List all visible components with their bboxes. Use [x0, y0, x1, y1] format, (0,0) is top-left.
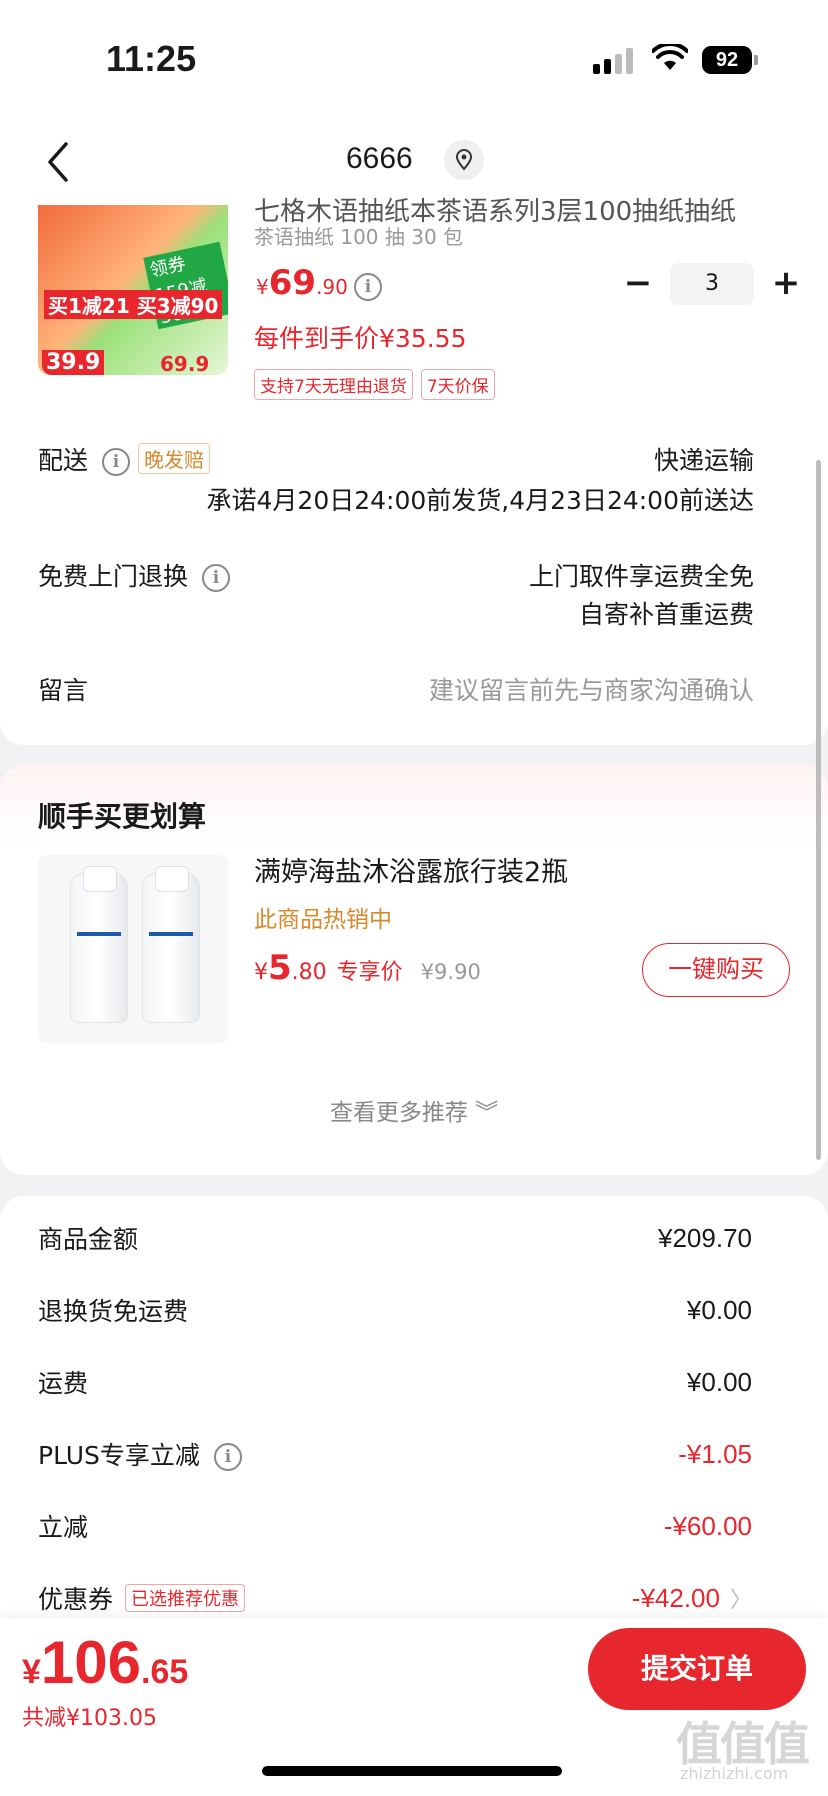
summary-row: 立减 -¥60.00	[38, 1510, 752, 1543]
chevron-right-icon: 〉	[729, 1588, 752, 1613]
recommend-title: 顺手买更划算	[38, 800, 207, 833]
watermark-url: zhizhizhi.com	[680, 1764, 789, 1783]
summary-row: 运费 ¥0.00	[38, 1366, 752, 1399]
quantity-value[interactable]: 3	[670, 263, 754, 305]
original-price: ¥9.90	[420, 960, 481, 984]
more-recommendations-link[interactable]: 查看更多推荐 ︾	[0, 1093, 828, 1127]
submit-order-button[interactable]: 提交订单	[588, 1628, 806, 1710]
decrement-button[interactable]: −	[618, 264, 658, 304]
return-row-label: 免费上门退换 i	[38, 557, 231, 593]
image-price-badge: 39.9	[42, 350, 105, 375]
return-line-1[interactable]: 上门取件享运费全免	[529, 557, 754, 593]
status-time: 11:25	[106, 38, 197, 79]
plus-info-icon[interactable]: i	[213, 1443, 242, 1471]
exclusive-price-label: 专享价	[336, 960, 403, 985]
summary-row: 退换货免运费 ¥0.00	[38, 1294, 752, 1327]
wifi-icon	[652, 44, 688, 70]
recommend-item-name[interactable]: 满婷海盐沐浴露旅行装2瓶	[254, 850, 568, 889]
message-input[interactable]: 建议留言前先与商家沟通确认	[429, 671, 754, 707]
nav-title: 6666	[346, 142, 413, 175]
image-promo-badge: 买1减21 买3减90	[44, 290, 223, 319]
total-price: ¥ 106 .65	[22, 1629, 189, 1696]
back-arrow-icon[interactable]	[40, 138, 80, 186]
service-tags: 支持7天无理由退货 7天价保	[254, 369, 495, 400]
cellular-signal-icon	[593, 48, 633, 74]
service-tag: 7天价保	[420, 369, 495, 400]
delivery-promise: 承诺4月20日24:00前发货,4月23日24:00前送达	[206, 486, 754, 515]
recommend-price: ¥ 5 .80 专享价 ¥9.90	[254, 948, 481, 988]
delivery-method[interactable]: 快递运输	[654, 441, 754, 477]
bottle-shape	[70, 866, 128, 1023]
status-bar: 11:25 92	[0, 0, 828, 120]
recommend-card: 顺手买更划算 满婷海盐沐浴露旅行装2瓶 此商品热销中 ¥ 5 .80 专享价 ¥…	[0, 765, 828, 1175]
summary-row: 商品金额 ¥209.70	[38, 1222, 752, 1255]
one-click-buy-button[interactable]: 一键购买	[642, 943, 790, 997]
quantity-stepper: − 3 +	[618, 263, 806, 305]
delivery-info-icon[interactable]: i	[102, 448, 131, 476]
service-tag: 支持7天无理由退货	[254, 369, 413, 400]
order-item-card: 领券159减30 买1减21 买3减90 39.9 69.9 七格木语抽纸本茶语…	[0, 197, 828, 745]
price-info-icon[interactable]: i	[354, 273, 382, 301]
return-info-icon[interactable]: i	[202, 564, 231, 592]
location-pin-icon[interactable]	[444, 140, 484, 180]
increment-button[interactable]: +	[766, 264, 806, 304]
battery-icon: 92	[702, 46, 752, 74]
late-compensation-tag: 晚发赔	[138, 443, 211, 474]
return-line-2: 自寄补首重运费	[578, 600, 754, 629]
bottle-shape	[142, 866, 200, 1023]
recommend-image[interactable]	[38, 855, 228, 1043]
scrollbar[interactable]	[816, 460, 821, 1160]
unit-price: 每件到手价¥35.55	[254, 324, 467, 353]
total-saved: 共减¥103.05	[22, 1706, 157, 1731]
product-price: ¥ 69 .90	[256, 263, 348, 303]
delivery-row-label: 配送 i 晚发赔	[38, 441, 211, 477]
coupon-tag: 已选推荐优惠	[125, 1584, 246, 1612]
image-orig-price-badge: 69.9	[160, 352, 210, 375]
home-indicator	[262, 1766, 562, 1776]
product-image[interactable]: 领券159减30 买1减21 买3减90 39.9 69.9	[38, 205, 228, 375]
coupon-row[interactable]: 优惠券 已选推荐优惠 -¥42.00 〉	[38, 1580, 752, 1616]
recommend-hot-label: 此商品热销中	[254, 907, 392, 933]
product-spec: 茶语抽纸 100 抽 30 包	[254, 225, 464, 249]
message-label: 留言	[38, 676, 89, 705]
battery-tip	[754, 55, 758, 65]
summary-row: PLUS专享立减 i -¥1.05	[38, 1438, 752, 1471]
